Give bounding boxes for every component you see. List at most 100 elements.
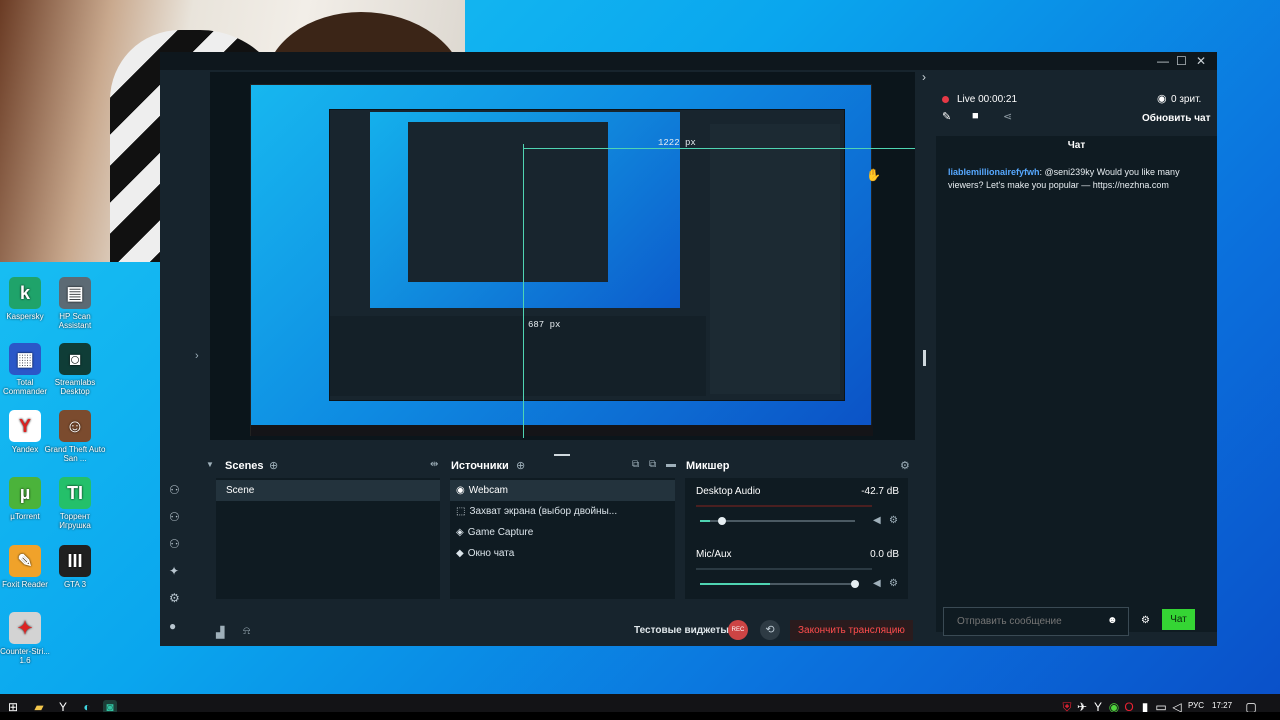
mixer-title: Микшер [686, 460, 730, 472]
app-icon: Y [9, 410, 41, 442]
chat-message: liablemillionairefyfwh: @seni239ky Would… [948, 166, 1208, 192]
volume-fill [700, 520, 710, 522]
nested-preview [370, 112, 680, 308]
hand-cursor-icon: ✋ [866, 168, 881, 182]
close-icon[interactable]: ✕ [1196, 54, 1206, 68]
send-chat-button[interactable]: Чат [1162, 609, 1195, 630]
sources-title: Источники [451, 460, 509, 472]
chevron-right-icon[interactable]: › [195, 350, 199, 362]
scenes-list: Scene [216, 478, 440, 599]
sparkle-icon[interactable]: ✦ [169, 565, 181, 577]
app-icon: ✦ [9, 612, 41, 644]
pencil-icon[interactable]: ✎ [942, 110, 951, 123]
bell-icon[interactable]: ⍾ [243, 625, 250, 638]
app-icon: ▤ [59, 277, 91, 309]
scenes-title: Scenes [225, 460, 264, 472]
user-icon[interactable]: ● [169, 620, 181, 632]
sources-list: ◉ Webcam ⬚ Захват экрана (выбор двойны... … [450, 478, 675, 599]
source-window-icon[interactable]: ⧉ [632, 459, 639, 470]
audio-meter [696, 505, 872, 507]
gear-icon[interactable]: ⚙ [889, 578, 898, 589]
desktop-icon[interactable]: TI Торрент Игрушка [44, 477, 106, 530]
source-group-icon[interactable]: ⧉ [649, 459, 656, 470]
list-item[interactable]: Scene [216, 480, 440, 501]
captured-taskbar [251, 425, 873, 436]
audio-meter [696, 568, 872, 570]
list-item[interactable]: ◈ Game Capture [456, 527, 533, 538]
app-icon: TI [59, 477, 91, 509]
mixer-channel-name: Mic/Aux [696, 549, 732, 560]
app-icon: µ [9, 477, 41, 509]
chat-message-input[interactable] [943, 607, 1129, 636]
guide-vertical [523, 144, 524, 438]
emoji-icon[interactable]: ☻ [1107, 615, 1118, 626]
app-icon: k [9, 277, 41, 309]
add-source-icon[interactable]: ⊕ [516, 459, 525, 472]
eye-icon: ◉ [1157, 93, 1167, 105]
ruler-width-label: 1222 px [658, 138, 696, 148]
chat-username[interactable]: liablemillionairefyfwh [948, 167, 1040, 177]
desktop-icon[interactable]: III GTA 3 [44, 545, 106, 589]
minimize-icon[interactable]: — [1157, 54, 1169, 68]
taskbar-clock[interactable]: 17:27 [1212, 701, 1232, 710]
desktop-icon[interactable]: ▤ HP Scan Assistant [44, 277, 106, 330]
volume-knob[interactable] [851, 580, 859, 588]
nested-chat [710, 124, 840, 394]
maximize-icon[interactable]: ☐ [1176, 54, 1187, 68]
gear-icon[interactable]: ⚙ [900, 459, 910, 472]
test-widgets-label[interactable]: Тестовые виджеты [634, 625, 729, 636]
guide-horizontal [523, 148, 915, 149]
chat-title: Чат [936, 136, 1217, 156]
add-scene-icon[interactable]: ⊕ [269, 459, 278, 472]
end-stream-button[interactable]: Закончить трансляцию [790, 620, 913, 641]
mixer-panel: Desktop Audio -42.7 dB ◀ ⚙ Mic/Aux 0.0 d… [685, 478, 908, 599]
overlays-icon[interactable]: ⚇ [169, 538, 181, 550]
refresh-chat-button[interactable]: Обновить чат [1142, 113, 1211, 124]
left-nav: ⚇ ⚇ ⚇ ✦ ⚙ ● [160, 476, 190, 646]
captured-screen [250, 84, 873, 436]
stats-icon[interactable]: ▟ [216, 626, 224, 639]
app-icon: III [59, 545, 91, 577]
list-item[interactable]: ◆ Окно чата [456, 548, 514, 559]
list-item[interactable]: ⬚ Захват экрана (выбор двойны... [456, 506, 617, 517]
panel-resize-handle[interactable] [554, 454, 570, 456]
volume-knob[interactable] [717, 517, 726, 525]
collapse-icon[interactable]: ▼ [206, 460, 214, 469]
desktop-icon[interactable]: ☺ Grand Theft Auto San ... [44, 410, 106, 463]
replay-button[interactable]: ⟲ [760, 620, 780, 640]
speaker-icon[interactable]: ◀ [873, 578, 881, 589]
stream-preview[interactable]: 1222 px 687 px ✋ [210, 72, 915, 440]
speaker-icon[interactable]: ◀ [873, 515, 881, 526]
language-indicator[interactable]: РУС [1188, 701, 1204, 710]
desktop-icon-label: Grand Theft Auto San ... [44, 445, 106, 463]
window-titlebar: — ☐ ✕ [160, 52, 1217, 70]
chat-pane: Live 00:00:21 ◉ 0 зрит. ✎ ■ ⋖ Обновить ч… [936, 70, 1217, 646]
gamepad-icon: ◈ [456, 527, 464, 538]
rec-button[interactable]: REC [728, 620, 748, 640]
chevron-right-icon[interactable]: › [922, 70, 926, 84]
desktop-icon[interactable]: ✦ Counter-Stri... 1.6 [0, 612, 56, 665]
folder-icon[interactable]: ▬ [666, 459, 676, 470]
desktop-icon-label: Streamlabs Desktop [54, 378, 96, 396]
gear-icon[interactable]: ⚙ [169, 592, 181, 604]
nested-window [329, 109, 845, 401]
live-timer: Live 00:00:21 [957, 94, 1018, 105]
nested-preview-inner [408, 122, 608, 282]
themes-icon[interactable]: ⚇ [169, 511, 181, 523]
gear-icon[interactable]: ⚙ [1141, 615, 1150, 626]
share-icon[interactable]: ⋖ [1003, 110, 1012, 123]
gear-icon[interactable]: ⚙ [889, 515, 898, 526]
camera-icon[interactable]: ■ [972, 110, 979, 122]
chat-bubble-icon: ◆ [456, 548, 464, 559]
list-item[interactable]: ◉ Webcam [450, 480, 675, 501]
app-icon: ☺ [59, 410, 91, 442]
mixer-channel-level: 0.0 dB [870, 549, 899, 560]
screen-bottom-strip [0, 712, 1280, 720]
streamlabs-window: — ☐ ✕ › › 1222 px 687 px ✋ ⚇ ⚇ ⚇ ✦ ⚙ ● ▼… [160, 52, 1217, 646]
editor-icon[interactable]: ⚇ [169, 484, 181, 496]
live-dot [942, 96, 949, 103]
app-icon: ✎ [9, 545, 41, 577]
desktop-icon[interactable]: ◙ Streamlabs Desktop [44, 343, 106, 396]
scene-transitions-icon[interactable]: ⇹ [430, 459, 438, 470]
splitter-handle[interactable] [923, 350, 926, 366]
